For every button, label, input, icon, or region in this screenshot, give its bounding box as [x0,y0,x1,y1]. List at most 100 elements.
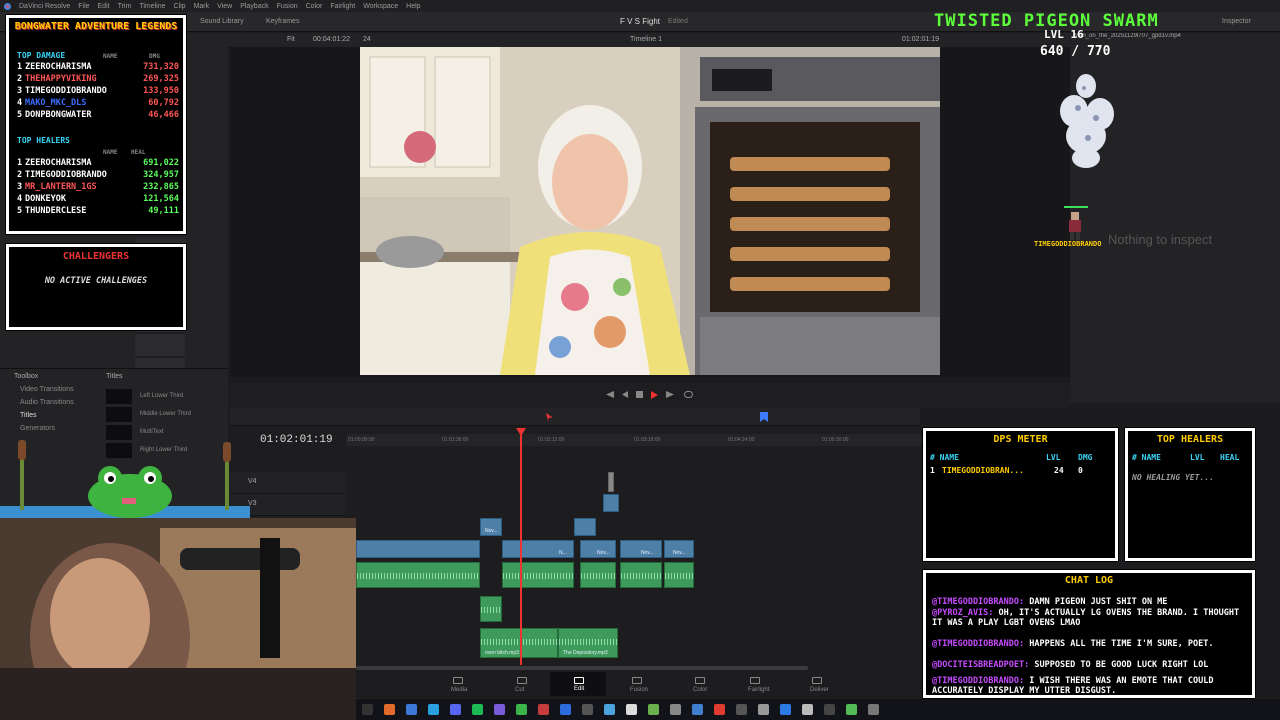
audio-clip[interactable] [664,562,694,588]
sound-library-button[interactable]: Sound Library [200,18,244,25]
xbox-icon[interactable] [516,704,527,715]
app-icon[interactable] [780,704,791,715]
edit-page-icon [574,677,584,684]
playhead[interactable] [520,430,522,665]
heal-header: HEAL [131,149,146,156]
timeline-clip[interactable]: Nov... [580,540,616,558]
toolbox-label[interactable]: Toolbox [14,373,38,380]
timeline-name[interactable]: Timeline 1 [630,36,662,43]
app-icon[interactable] [692,704,703,715]
chat-line: @TIMEGODDIOBRANDO: I WISH THERE WAS AN E… [932,676,1214,696]
menu-help[interactable]: Help [406,3,420,10]
resolve-window: DaVinci Resolve File Edit Trim Timeline … [0,0,1280,720]
app-icon[interactable] [868,704,879,715]
zoom-select[interactable]: Fit [287,36,295,43]
start-icon[interactable] [362,704,373,715]
tab-edit[interactable]: Edit [550,672,606,696]
chat-line: @TIMEGODDIOBRANDO: HAPPENS ALL THE TIME … [932,639,1214,649]
menu-fairlight[interactable]: Fairlight [330,3,355,10]
tab-color[interactable]: Color [693,677,707,693]
menu-trim[interactable]: Trim [118,3,132,10]
app-icon[interactable] [758,704,769,715]
keyframes-button[interactable]: Keyframes [266,18,299,25]
play-reverse-icon[interactable] [622,391,628,398]
fx-video-transitions[interactable]: Video Transitions [20,386,74,393]
leaderboard-row: 4 DONKEYOK 121,564 [17,194,181,205]
app-icon[interactable] [824,704,835,715]
title-middle-lower-third[interactable]: Middle Lower Third [106,407,218,423]
app-icon[interactable] [494,704,505,715]
play-icon[interactable] [651,391,658,399]
audio-clip[interactable] [620,562,662,588]
audio-clip[interactable] [356,562,480,588]
loop-icon[interactable] [684,391,693,398]
app-icon[interactable] [846,704,857,715]
audio-clip-oven[interactable]: oven bitch.mp3 [480,628,558,658]
stop-icon[interactable] [636,391,643,398]
audio-clip[interactable] [502,562,574,588]
menu-edit[interactable]: Edit [98,3,110,10]
page-tabs: Media Cut Edit Fusion Color Fairlight De… [356,672,922,696]
timeline-clip[interactable] [574,518,596,536]
top-damage-label: TOP DAMAGE [17,51,66,60]
flag-icon[interactable] [760,412,768,422]
app-icon[interactable] [582,704,593,715]
app-icon[interactable] [538,704,549,715]
menu-workspace[interactable]: Workspace [363,3,398,10]
skip-forward-icon[interactable] [666,391,674,398]
timeline-clip[interactable] [603,494,619,512]
timeline-clip[interactable] [608,472,614,492]
app-icon[interactable] [714,704,725,715]
menu-clip[interactable]: Clip [174,3,186,10]
timeline-clip[interactable]: Nov... [620,540,662,558]
discord-icon[interactable] [450,704,461,715]
telegram-icon[interactable] [428,704,439,715]
tab-cut[interactable]: Cut [515,677,527,693]
menu-timeline[interactable]: Timeline [139,3,165,10]
menu-fusion[interactable]: Fusion [277,3,298,10]
app-icon[interactable] [670,704,681,715]
app-icon[interactable] [736,704,747,715]
inspector-button[interactable]: Inspector [1222,18,1251,25]
audio-clip[interactable] [580,562,616,588]
menu-color[interactable]: Color [306,3,323,10]
skip-back-icon[interactable] [606,391,614,398]
timeline-ruler[interactable]: 01:00:00:00 01:01:36:00 01:02:12:00 01:0… [346,434,922,446]
tab-fairlight[interactable]: Fairlight [748,677,769,693]
tab-media[interactable]: Media [451,677,467,693]
audio-clip-depository[interactable]: The Depository.mp3 [558,628,618,658]
audio-clip[interactable] [480,596,502,622]
browser-icon[interactable] [384,704,395,715]
edge-icon[interactable] [406,704,417,715]
timeline-scrollbar[interactable] [356,666,808,670]
fps-label: 24 [363,36,371,43]
title-left-lower-third[interactable]: Left Lower Third [106,389,218,405]
menu-app[interactable]: DaVinci Resolve [19,3,70,10]
app-icon[interactable] [626,704,637,715]
timeline-clip[interactable]: Nov... [480,518,502,536]
app-icon[interactable] [802,704,813,715]
player-name: ZEEROCHARISMA [25,158,92,168]
score-value: 691,022 [143,158,179,168]
menu-playback[interactable]: Playback [240,3,268,10]
cut-page-icon [517,677,527,684]
menu-mark[interactable]: Mark [194,3,210,10]
timeline-clip[interactable] [356,540,480,558]
video-frame[interactable] [360,47,940,375]
fx-titles[interactable]: Titles [20,412,36,419]
spotify-icon[interactable] [472,704,483,715]
timeline-clip[interactable]: N... [502,540,574,558]
selection-tool-icon[interactable] [546,413,553,421]
player-name: ZEEROCHARISMA [25,62,92,72]
app-icon[interactable] [648,704,659,715]
tab-fusion[interactable]: Fusion [630,677,648,693]
app-icon[interactable] [560,704,571,715]
menu-view[interactable]: View [217,3,232,10]
app-icon[interactable] [604,704,615,715]
menu-file[interactable]: File [78,3,89,10]
tab-deliver[interactable]: Deliver [810,677,829,693]
fairlight-page-icon [750,677,760,684]
fx-audio-transitions[interactable]: Audio Transitions [20,399,74,406]
chat-line: @PYROZ_AVIS: OH, IT'S ACTUALLY LG OVENS … [932,608,1240,628]
timeline-clip[interactable]: Nov... [664,540,694,558]
